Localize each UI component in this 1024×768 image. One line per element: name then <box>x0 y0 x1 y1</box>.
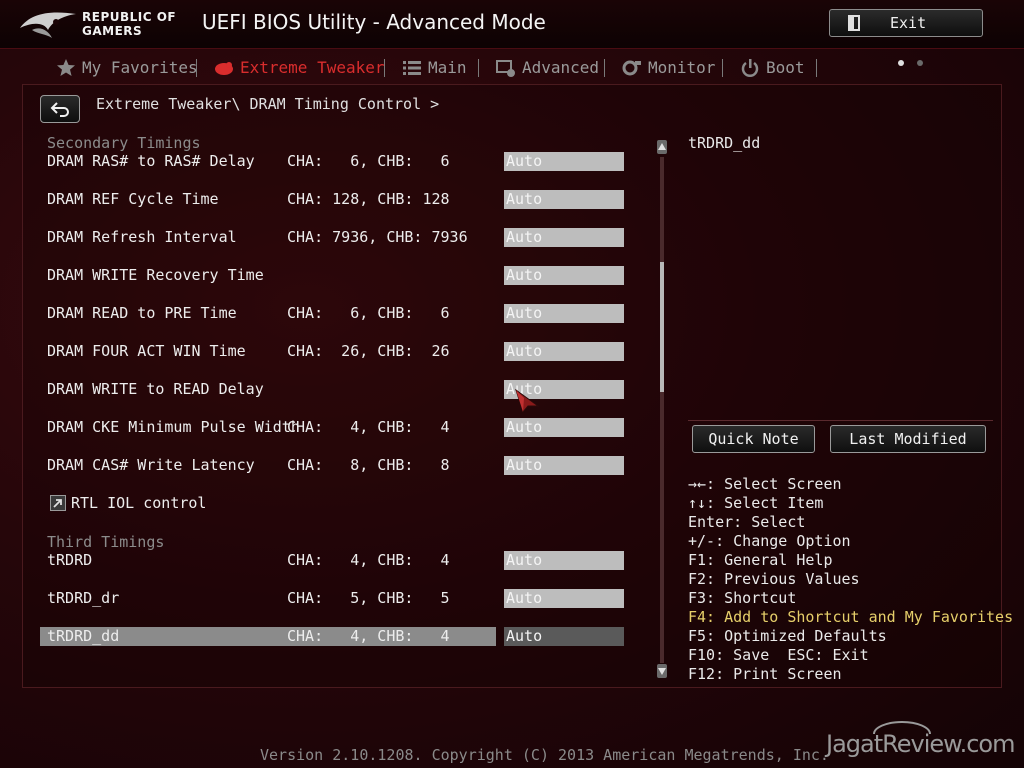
setting-row[interactable]: DRAM RAS# to RAS# Delay CHA: 6, CHB: 6 A… <box>40 152 624 171</box>
setting-values: CHA: 4, CHB: 4 <box>287 418 450 436</box>
setting-values: CHA: 26, CHB: 26 <box>287 342 450 360</box>
tab-separator <box>816 59 817 77</box>
quick-note-button[interactable]: Quick Note <box>692 425 815 453</box>
setting-values: CHA: 5, CHB: 5 <box>287 589 450 607</box>
setting-label: DRAM CKE Minimum Pulse Width <box>47 418 300 436</box>
setting-value-field[interactable]: Auto <box>504 190 624 209</box>
watermark-text: JagatReview.com <box>826 730 1015 758</box>
setting-values: CHA: 7936, CHB: 7936 <box>287 228 468 246</box>
setting-row[interactable]: tRDRD CHA: 4, CHB: 4 Auto <box>40 551 624 570</box>
setting-label: DRAM WRITE to READ Delay <box>47 380 264 398</box>
setting-value-field[interactable]: Auto <box>504 228 624 247</box>
setting-value-field[interactable]: Auto <box>504 342 624 361</box>
setting-label: tRDRD_dr <box>47 589 120 607</box>
scroll-up-arrow-icon[interactable] <box>657 140 667 154</box>
exit-door-icon <box>848 15 860 31</box>
submenu-label: RTL IOL control <box>71 494 207 512</box>
setting-value-field[interactable]: Auto <box>504 152 624 171</box>
setting-label: DRAM Refresh Interval <box>47 228 237 246</box>
key-hint: →←: Select Screen <box>688 475 842 493</box>
setting-row[interactable]: DRAM REF Cycle Time CHA: 128, CHB: 128 A… <box>40 190 624 209</box>
key-hint: F10: Save ESC: Exit <box>688 646 869 664</box>
setting-label: tRDRD_dd <box>47 627 120 645</box>
setting-label: DRAM READ to PRE Time <box>47 304 237 322</box>
tab-label: Monitor <box>648 58 716 77</box>
submenu-arrow-icon <box>50 495 66 511</box>
section-title-third: Third Timings <box>47 533 165 551</box>
setting-values: CHA: 8, CHB: 8 <box>287 456 450 474</box>
setting-values: CHA: 6, CHB: 6 <box>287 152 450 170</box>
setting-value-field[interactable]: Auto <box>504 418 624 437</box>
setting-value-field[interactable]: Auto <box>504 551 624 570</box>
setting-values: CHA: 4, CHB: 4 <box>287 627 450 645</box>
last-modified-button[interactable]: Last Modified <box>830 425 986 453</box>
setting-row[interactable]: tRDRD_dr CHA: 5, CHB: 5 Auto <box>40 589 624 608</box>
setting-row[interactable]: DRAM CAS# Write Latency CHA: 8, CHB: 8 A… <box>40 456 624 475</box>
setting-label: DRAM REF Cycle Time <box>47 190 219 208</box>
setting-row[interactable]: DRAM CKE Minimum Pulse Width CHA: 4, CHB… <box>40 418 624 437</box>
setting-row[interactable]: DRAM Refresh Interval CHA: 7936, CHB: 79… <box>40 228 624 247</box>
setting-label: DRAM FOUR ACT WIN Time <box>47 342 246 360</box>
key-hint: F2: Previous Values <box>688 570 860 588</box>
help-divider <box>688 420 993 421</box>
mouse-cursor-icon <box>515 388 540 414</box>
page-dot[interactable] <box>917 60 923 66</box>
key-hint: F5: Optimized Defaults <box>688 627 887 645</box>
setting-row[interactable]: DRAM FOUR ACT WIN Time CHA: 26, CHB: 26 … <box>40 342 624 361</box>
help-title: tRDRD_dd <box>688 134 761 152</box>
setting-values: CHA: 6, CHB: 6 <box>287 304 450 322</box>
scroll-down-arrow-icon[interactable] <box>657 664 667 678</box>
settings-list: Secondary Timings DRAM RAS# to RAS# Dela… <box>0 0 650 768</box>
setting-values: CHA: 128, CHB: 128 <box>287 190 450 208</box>
exit-label: Exit <box>890 14 927 32</box>
page-dot-active[interactable] <box>898 60 904 66</box>
key-hint: F1: General Help <box>688 551 833 569</box>
key-hint-highlighted: F4: Add to Shortcut and My Favorites <box>688 608 1014 626</box>
setting-row[interactable]: DRAM READ to PRE Time CHA: 6, CHB: 6 Aut… <box>40 304 624 323</box>
scrollbar-track[interactable] <box>660 157 664 663</box>
setting-label: tRDRD <box>47 551 93 569</box>
setting-value-field[interactable]: Auto <box>504 589 624 608</box>
key-hint: ↑↓: Select Item <box>688 494 824 512</box>
key-hint: F3: Shortcut <box>688 589 797 607</box>
setting-row[interactable]: DRAM WRITE Recovery Time Auto <box>40 266 624 285</box>
setting-value-field[interactable]: Auto <box>504 456 624 475</box>
setting-value-field[interactable]: Auto <box>504 266 624 285</box>
setting-label: DRAM WRITE Recovery Time <box>47 266 264 284</box>
section-title-secondary: Secondary Timings <box>47 134 201 152</box>
version-footer: Version 2.10.1208. Copyright (C) 2013 Am… <box>260 746 829 764</box>
key-hint: Enter: Select <box>688 513 806 531</box>
key-hint: F12: Print Screen <box>688 665 842 683</box>
exit-button[interactable]: Exit <box>829 9 983 37</box>
tab-label: Boot <box>766 58 805 77</box>
setting-values: CHA: 4, CHB: 4 <box>287 551 450 569</box>
tab-separator <box>722 59 723 77</box>
setting-row-selected[interactable]: tRDRD_dd CHA: 4, CHB: 4 Auto <box>40 627 624 646</box>
scrollbar-thumb[interactable] <box>660 262 664 392</box>
submenu-rtl-iol-control[interactable]: RTL IOL control <box>40 494 624 513</box>
key-hint: +/-: Change Option <box>688 532 851 550</box>
setting-label: DRAM CAS# Write Latency <box>47 456 255 474</box>
power-icon <box>741 59 759 77</box>
setting-value-field[interactable]: Auto <box>504 627 624 646</box>
setting-label: DRAM RAS# to RAS# Delay <box>47 152 255 170</box>
setting-value-field[interactable]: Auto <box>504 304 624 323</box>
